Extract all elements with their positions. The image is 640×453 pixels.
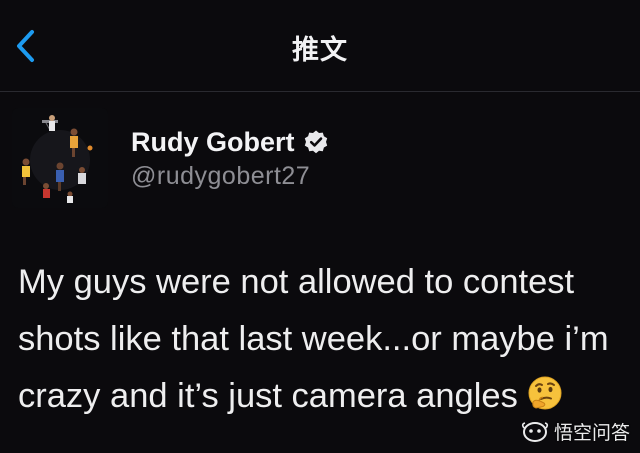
author-block: Rudy Gobert @rudygobert27 [131,124,329,191]
page-title: 推文 [292,35,348,66]
tweet-line-3-text: crazy and it’s just camera angles [18,377,518,415]
tweet-line-2: shots like that last week...or maybe i’m [18,320,609,358]
tweet-line-1: My guys were not allowed to contest [18,263,575,301]
wukong-logo-icon [521,421,549,442]
watermark: 悟空问答 [521,418,630,445]
tweet-line-3: crazy and it’s just camera angles [18,368,640,425]
top-bar: 推文 [0,0,640,92]
basketball-collage-avatar [12,108,108,208]
watermark-text: 悟空问答 [553,422,630,444]
display-name: Rudy Gobert [131,126,295,157]
thinking-face-emoji [528,376,562,410]
user-handle[interactable]: @rudygobert27 [131,162,329,191]
tweet-text: My guys were not allowed to contest shot… [18,254,640,425]
avatar[interactable] [12,108,108,208]
verified-badge-icon [304,130,327,154]
author-name-row[interactable]: Rudy Gobert [131,124,329,160]
